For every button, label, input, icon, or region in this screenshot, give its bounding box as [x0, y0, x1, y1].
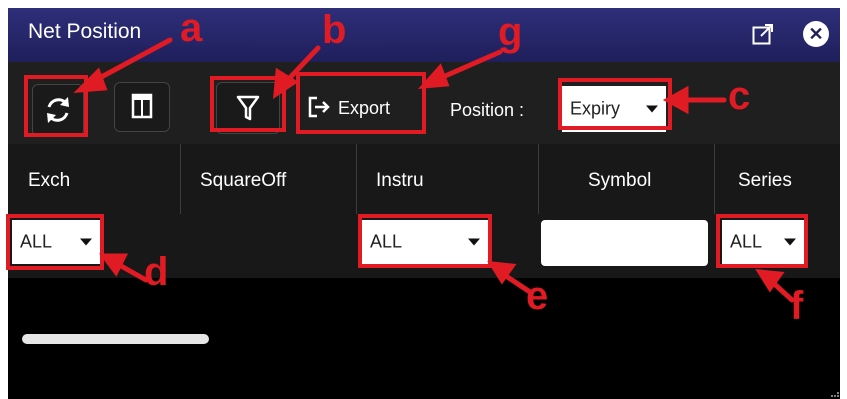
annotation-label-e: e: [526, 274, 549, 318]
annotation-label-c: c: [728, 74, 751, 118]
annotation-box-e: [358, 214, 492, 268]
annotation-box-g: [296, 72, 426, 134]
resize-grip-icon[interactable]: [830, 388, 840, 398]
annotation-label-a: a: [180, 6, 203, 50]
net-position-window: Net Position ✕ Export Position: Expiry …: [8, 8, 840, 399]
horizontal-scrollbar[interactable]: [22, 334, 209, 344]
close-icon[interactable]: ✕: [803, 21, 829, 47]
annotation-box-c: [558, 78, 672, 130]
position-label: Position :: [450, 100, 525, 120]
column-header-exch[interactable]: Exch: [8, 144, 181, 214]
window-title: Net Position: [28, 20, 142, 43]
column-header-series[interactable]: Series: [714, 144, 840, 214]
annotation-label-f: f: [790, 284, 804, 328]
title-bar: Net Position ✕: [8, 8, 840, 62]
column-header-squareoff[interactable]: SquareOff: [180, 144, 357, 214]
annotation-label-d: d: [144, 250, 169, 294]
annotation-box-b: [210, 76, 286, 132]
popout-icon[interactable]: [752, 23, 774, 45]
columns-button[interactable]: [114, 82, 170, 132]
column-header-symbol[interactable]: Symbol: [538, 144, 715, 214]
grid-header: Exch SquareOff Instru Symbol Series: [8, 144, 840, 214]
column-header-instru[interactable]: Instru: [356, 144, 539, 214]
annotation-label-g: g: [498, 10, 523, 54]
annotation-label-b: b: [322, 8, 347, 52]
columns-icon: [131, 93, 153, 119]
annotation-box-f: [716, 214, 808, 268]
symbol-filter-input[interactable]: [541, 220, 708, 266]
annotation-box-d: [6, 214, 104, 270]
annotation-box-a: [24, 75, 88, 137]
